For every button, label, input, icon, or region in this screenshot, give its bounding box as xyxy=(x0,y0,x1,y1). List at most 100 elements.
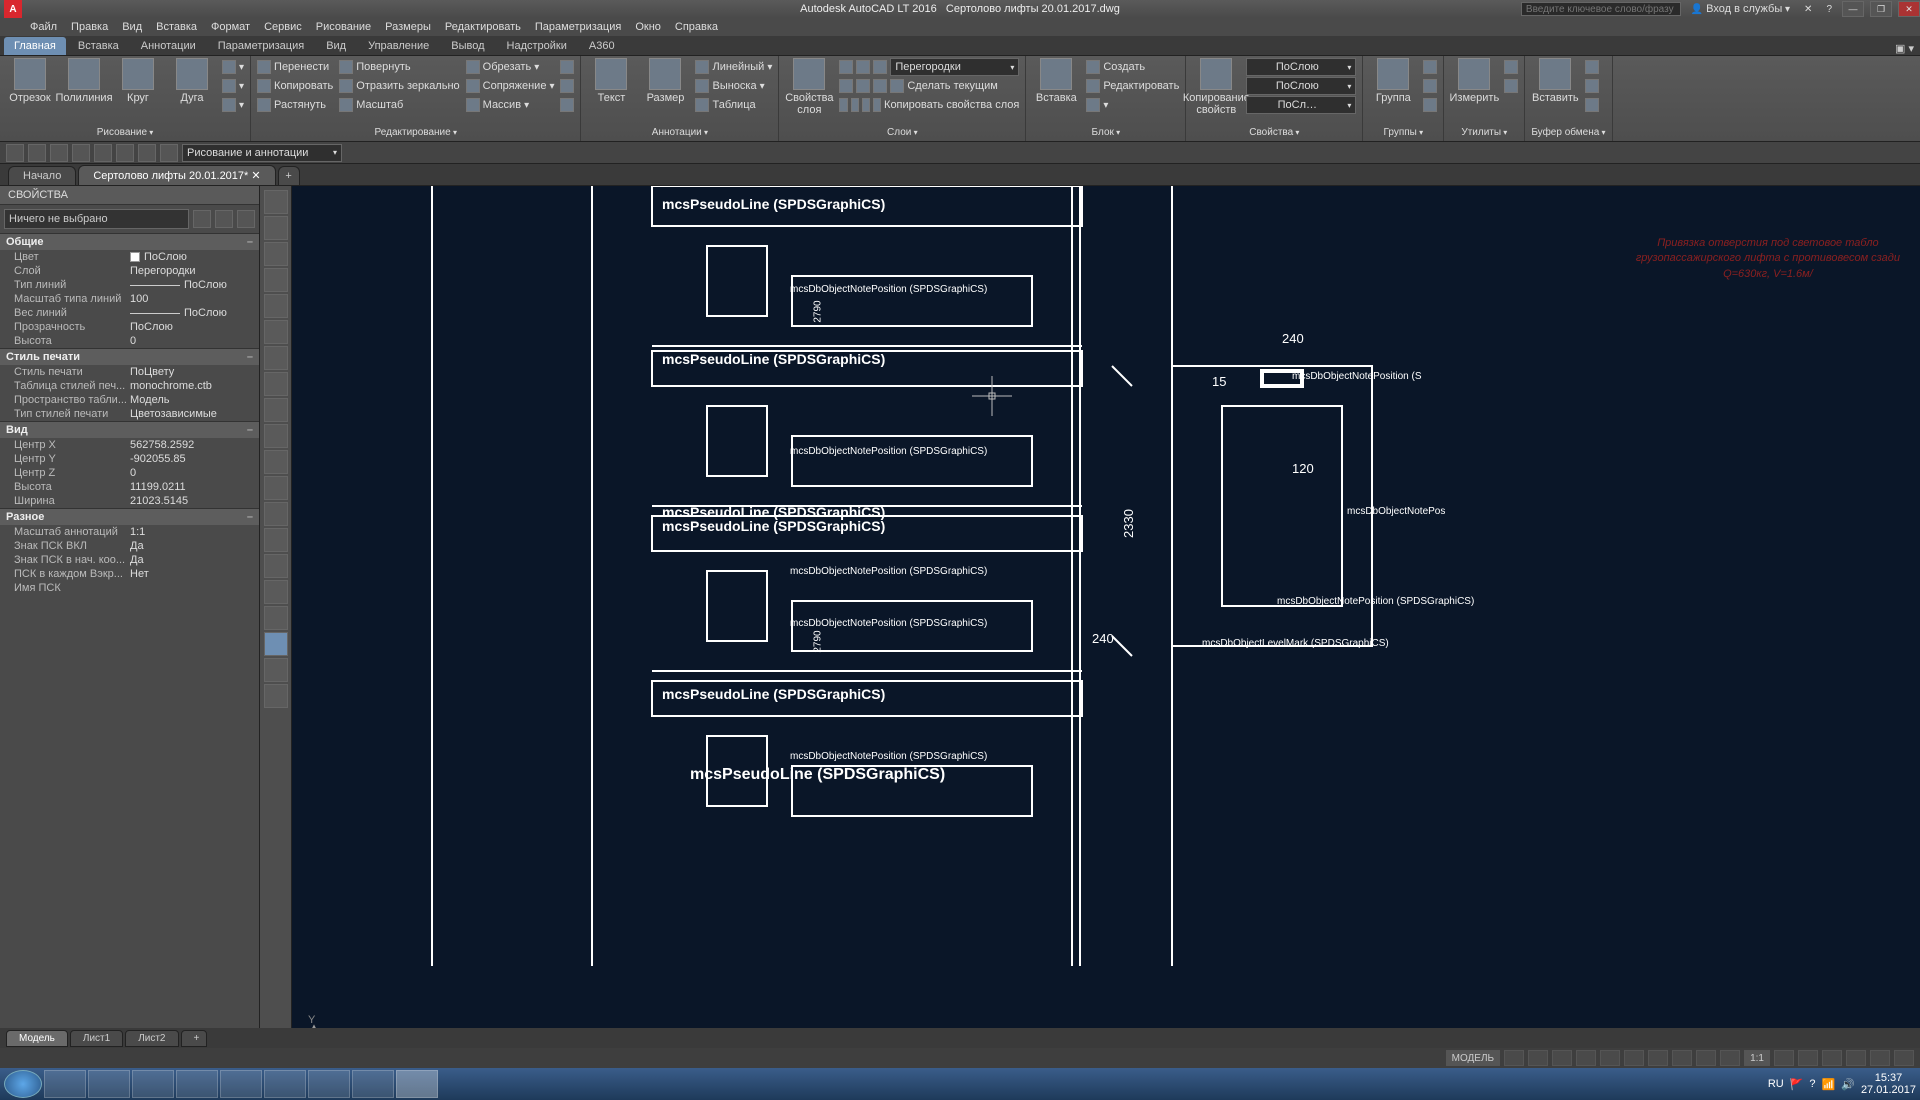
props-group-general[interactable]: Общие xyxy=(0,233,259,250)
menu-file[interactable]: Файл xyxy=(30,21,57,33)
task-word[interactable] xyxy=(264,1070,306,1098)
prop-centery[interactable]: Центр Y-902055.85 xyxy=(0,452,259,466)
prop-ltscale[interactable]: Масштаб типа линий100 xyxy=(0,292,259,306)
table-button[interactable]: Таблица xyxy=(695,96,772,114)
ribbon-group-modify-title[interactable]: Редактирование xyxy=(257,126,574,139)
menu-draw[interactable]: Рисование xyxy=(316,21,371,33)
ribbon-tab-output[interactable]: Вывод xyxy=(441,37,494,55)
qat-workspace[interactable] xyxy=(160,144,178,162)
layer-properties-button[interactable]: Свойства слоя xyxy=(785,58,833,116)
prop-lineweight[interactable]: Вес линийПоСлою xyxy=(0,306,259,320)
ribbon-group-block-title[interactable]: Блок xyxy=(1032,126,1179,139)
tool-polyline[interactable] xyxy=(264,242,288,266)
edit-block-button[interactable]: Редактировать xyxy=(1086,77,1179,95)
prop-ucsicon[interactable]: Знак ПСК ВКЛДа xyxy=(0,539,259,553)
prop-thickness[interactable]: Высота0 xyxy=(0,334,259,348)
fillet-button[interactable]: Сопряжение▾ xyxy=(466,77,555,95)
tool-hatch[interactable] xyxy=(264,554,288,578)
util-tool-1[interactable] xyxy=(1504,58,1518,76)
props-group-misc[interactable]: Разное xyxy=(0,508,259,525)
scale-button[interactable]: Масштаб xyxy=(339,96,459,114)
exchange-icon[interactable]: ✕ xyxy=(1800,4,1816,15)
ribbon-group-annotate-title[interactable]: Аннотации xyxy=(587,126,772,139)
status-model[interactable]: МОДЕЛЬ xyxy=(1446,1050,1500,1066)
stretch-button[interactable]: Растянуть xyxy=(257,96,333,114)
menu-tools[interactable]: Сервис xyxy=(264,21,302,33)
match-properties-button[interactable]: Копирование свойств xyxy=(1192,58,1240,116)
ribbon-group-groups-title[interactable]: Группы xyxy=(1369,126,1437,139)
drawing-canvas[interactable]: Привязка отверстия под световое табло гр… xyxy=(292,186,1920,1028)
task-explorer[interactable] xyxy=(132,1070,174,1098)
make-current-button[interactable]: Сделать текущим xyxy=(839,77,1019,95)
app-logo[interactable]: A xyxy=(4,0,22,18)
menu-parametric[interactable]: Параметризация xyxy=(535,21,621,33)
prop-plottype[interactable]: Тип стилей печатиЦветозависимые xyxy=(0,407,259,421)
line-button[interactable]: Отрезок xyxy=(6,58,54,104)
status-hardware[interactable] xyxy=(1846,1050,1866,1066)
status-osnap[interactable] xyxy=(1600,1050,1620,1066)
ribbon-group-props-title[interactable]: Свойства xyxy=(1192,126,1356,139)
layout-tab-1[interactable]: Лист1 xyxy=(70,1030,123,1047)
ribbon-tab-addins[interactable]: Надстройки xyxy=(497,37,577,55)
status-transparency[interactable] xyxy=(1672,1050,1692,1066)
ribbon-tab-home[interactable]: Главная xyxy=(4,37,66,55)
ribbon-group-draw-title[interactable]: Рисование xyxy=(6,126,244,139)
group-tool-1[interactable] xyxy=(1423,58,1437,76)
layout-tab-2[interactable]: Лист2 xyxy=(125,1030,178,1047)
prop-plotstyle[interactable]: Стиль печатиПоЦвету xyxy=(0,365,259,379)
arc-button[interactable]: Дуга xyxy=(168,58,216,104)
prop-color[interactable]: ЦветПоСлою xyxy=(0,250,259,264)
status-lwt[interactable] xyxy=(1648,1050,1668,1066)
restore-button[interactable]: ❐ xyxy=(1870,1,1892,17)
menu-window[interactable]: Окно xyxy=(635,21,661,33)
status-isolate[interactable] xyxy=(1822,1050,1842,1066)
signin-link[interactable]: 👤 Вход в службы ▾ xyxy=(1687,3,1794,15)
tool-ellipsearc[interactable] xyxy=(264,450,288,474)
modify-tool-2[interactable] xyxy=(560,77,574,95)
color-dropdown[interactable]: ПоСлою xyxy=(1246,58,1356,76)
text-button[interactable]: Текст xyxy=(587,58,635,104)
status-cycling[interactable] xyxy=(1696,1050,1716,1066)
prop-transparency[interactable]: ПрозрачностьПоСлою xyxy=(0,320,259,334)
rotate-button[interactable]: Повернуть xyxy=(339,58,459,76)
tool-revcloud[interactable] xyxy=(264,372,288,396)
copy-button[interactable]: Копировать xyxy=(257,77,333,95)
insert-block-button[interactable]: Вставка xyxy=(1032,58,1080,104)
prop-width[interactable]: Ширина21023.5145 xyxy=(0,494,259,508)
qat-redo[interactable] xyxy=(138,144,156,162)
tab-current-file[interactable]: Сертолово лифты 20.01.2017* ✕ xyxy=(78,165,275,185)
help-search-input[interactable] xyxy=(1521,2,1681,16)
dimension-button[interactable]: Размер xyxy=(641,58,689,104)
array-button[interactable]: Массив▾ xyxy=(466,96,555,114)
task-outlook[interactable] xyxy=(176,1070,218,1098)
prop-height[interactable]: Высота11199.0211 xyxy=(0,480,259,494)
task-acrobat[interactable] xyxy=(352,1070,394,1098)
trim-button[interactable]: Обрезать▾ xyxy=(466,58,555,76)
tray-flag-icon[interactable]: 🚩 xyxy=(1790,1078,1804,1091)
layer-state-icon-1[interactable] xyxy=(839,60,853,74)
select-objects-button[interactable] xyxy=(237,210,255,228)
ribbon-options-icon[interactable]: ▣ ▾ xyxy=(1895,42,1914,55)
ribbon-tab-view[interactable]: Вид xyxy=(316,37,356,55)
paste-button[interactable]: Вставить xyxy=(1531,58,1579,104)
qat-new[interactable] xyxy=(6,144,24,162)
task-excel[interactable] xyxy=(308,1070,350,1098)
current-layer-dropdown[interactable]: Перегородки xyxy=(890,58,1019,76)
circle-button[interactable]: Круг xyxy=(114,58,162,104)
task-ie[interactable] xyxy=(44,1070,86,1098)
clip-tool-3[interactable] xyxy=(1585,96,1599,114)
tool-region[interactable] xyxy=(264,606,288,630)
props-group-plot[interactable]: Стиль печати xyxy=(0,348,259,365)
prop-plotspace[interactable]: Пространство табли...Модель xyxy=(0,393,259,407)
tool-rectangle[interactable] xyxy=(264,294,288,318)
status-otrack[interactable] xyxy=(1624,1050,1644,1066)
measure-button[interactable]: Измерить xyxy=(1450,58,1498,104)
tool-ellipse[interactable] xyxy=(264,424,288,448)
tool-addselected[interactable] xyxy=(264,684,288,708)
util-tool-2[interactable] xyxy=(1504,77,1518,95)
menu-format[interactable]: Формат xyxy=(211,21,250,33)
prop-linetype[interactable]: Тип линийПоСлою xyxy=(0,278,259,292)
ribbon-group-layers-title[interactable]: Слои xyxy=(785,126,1019,139)
tray-network-icon[interactable]: 📶 xyxy=(1822,1078,1836,1091)
status-scale[interactable]: 1:1 xyxy=(1744,1050,1770,1066)
